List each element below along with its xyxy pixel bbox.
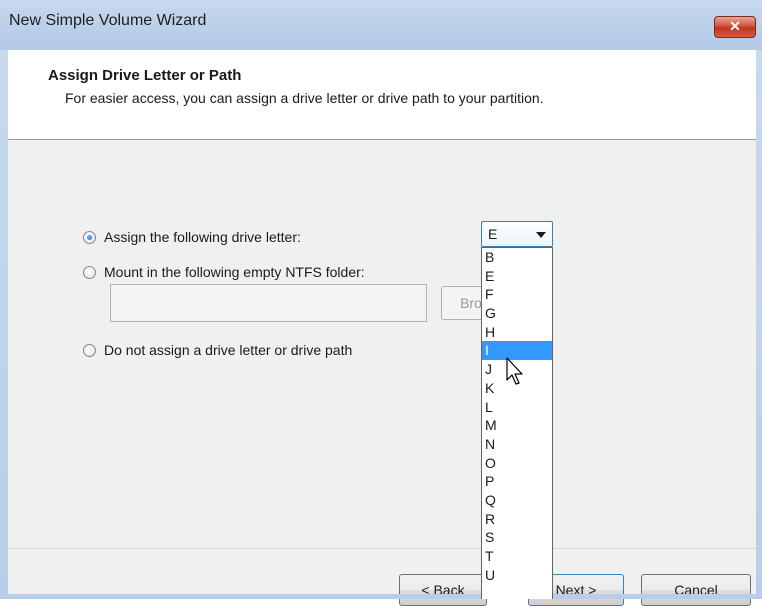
drive-letter-value: E xyxy=(488,226,498,242)
dropdown-option-r[interactable]: R xyxy=(482,510,552,529)
drive-letter-combobox[interactable]: E xyxy=(481,221,553,247)
wizard-header: Assign Drive Letter or Path For easier a… xyxy=(8,50,756,140)
window-title: New Simple Volume Wizard xyxy=(9,12,207,29)
dropdown-option-s[interactable]: S xyxy=(482,528,552,547)
title-bar: New Simple Volume Wizard ✕ xyxy=(0,0,762,50)
drive-letter-dropdown-list[interactable]: BEFGHIJKLMNOPQRSTU xyxy=(481,247,553,599)
close-button[interactable]: ✕ xyxy=(714,16,756,38)
dropdown-option-e[interactable]: E xyxy=(482,267,552,286)
no-letter-label: Do not assign a drive letter or drive pa… xyxy=(104,342,353,358)
mount-folder-label: Mount in the following empty NTFS folder… xyxy=(104,264,365,280)
dropdown-option-b[interactable]: B xyxy=(482,248,552,267)
dropdown-option-q[interactable]: Q xyxy=(482,491,552,510)
folder-path-input[interactable] xyxy=(110,284,427,322)
dropdown-option-n[interactable]: N xyxy=(482,435,552,454)
mouse-cursor-icon xyxy=(506,357,523,385)
wizard-window: New Simple Volume Wizard ✕ Assign Drive … xyxy=(0,0,762,606)
chevron-down-icon[interactable] xyxy=(536,232,546,238)
dropdown-option-h[interactable]: H xyxy=(482,323,552,342)
footer-divider xyxy=(8,548,756,549)
mount-folder-option[interactable]: Mount in the following empty NTFS folder… xyxy=(83,263,365,281)
dropdown-option-l[interactable]: L xyxy=(482,398,552,417)
window-frame-left xyxy=(0,50,8,599)
no-letter-option[interactable]: Do not assign a drive letter or drive pa… xyxy=(83,341,352,359)
dropdown-option-f[interactable]: F xyxy=(482,285,552,304)
page-title: Assign Drive Letter or Path xyxy=(48,67,242,84)
dropdown-option-m[interactable]: M xyxy=(482,416,552,435)
cancel-button[interactable]: Cancel xyxy=(641,574,751,606)
window-frame-bottom xyxy=(0,594,762,599)
dropdown-option-o[interactable]: O xyxy=(482,454,552,473)
page-subtitle: For easier access, you can assign a driv… xyxy=(65,90,544,106)
dropdown-option-u[interactable]: U xyxy=(482,566,552,585)
window-frame-right xyxy=(756,50,762,599)
no-letter-radio[interactable] xyxy=(83,343,96,357)
dropdown-option-p[interactable]: P xyxy=(482,472,552,491)
mount-folder-radio[interactable] xyxy=(83,265,96,279)
assign-letter-radio[interactable] xyxy=(83,230,96,244)
dropdown-option-g[interactable]: G xyxy=(482,304,552,323)
assign-letter-option[interactable]: Assign the following drive letter: xyxy=(83,228,301,246)
dropdown-option-t[interactable]: T xyxy=(482,547,552,566)
close-icon: ✕ xyxy=(729,18,741,34)
back-button[interactable]: < Back xyxy=(399,574,487,606)
assign-letter-label: Assign the following drive letter: xyxy=(104,229,301,245)
